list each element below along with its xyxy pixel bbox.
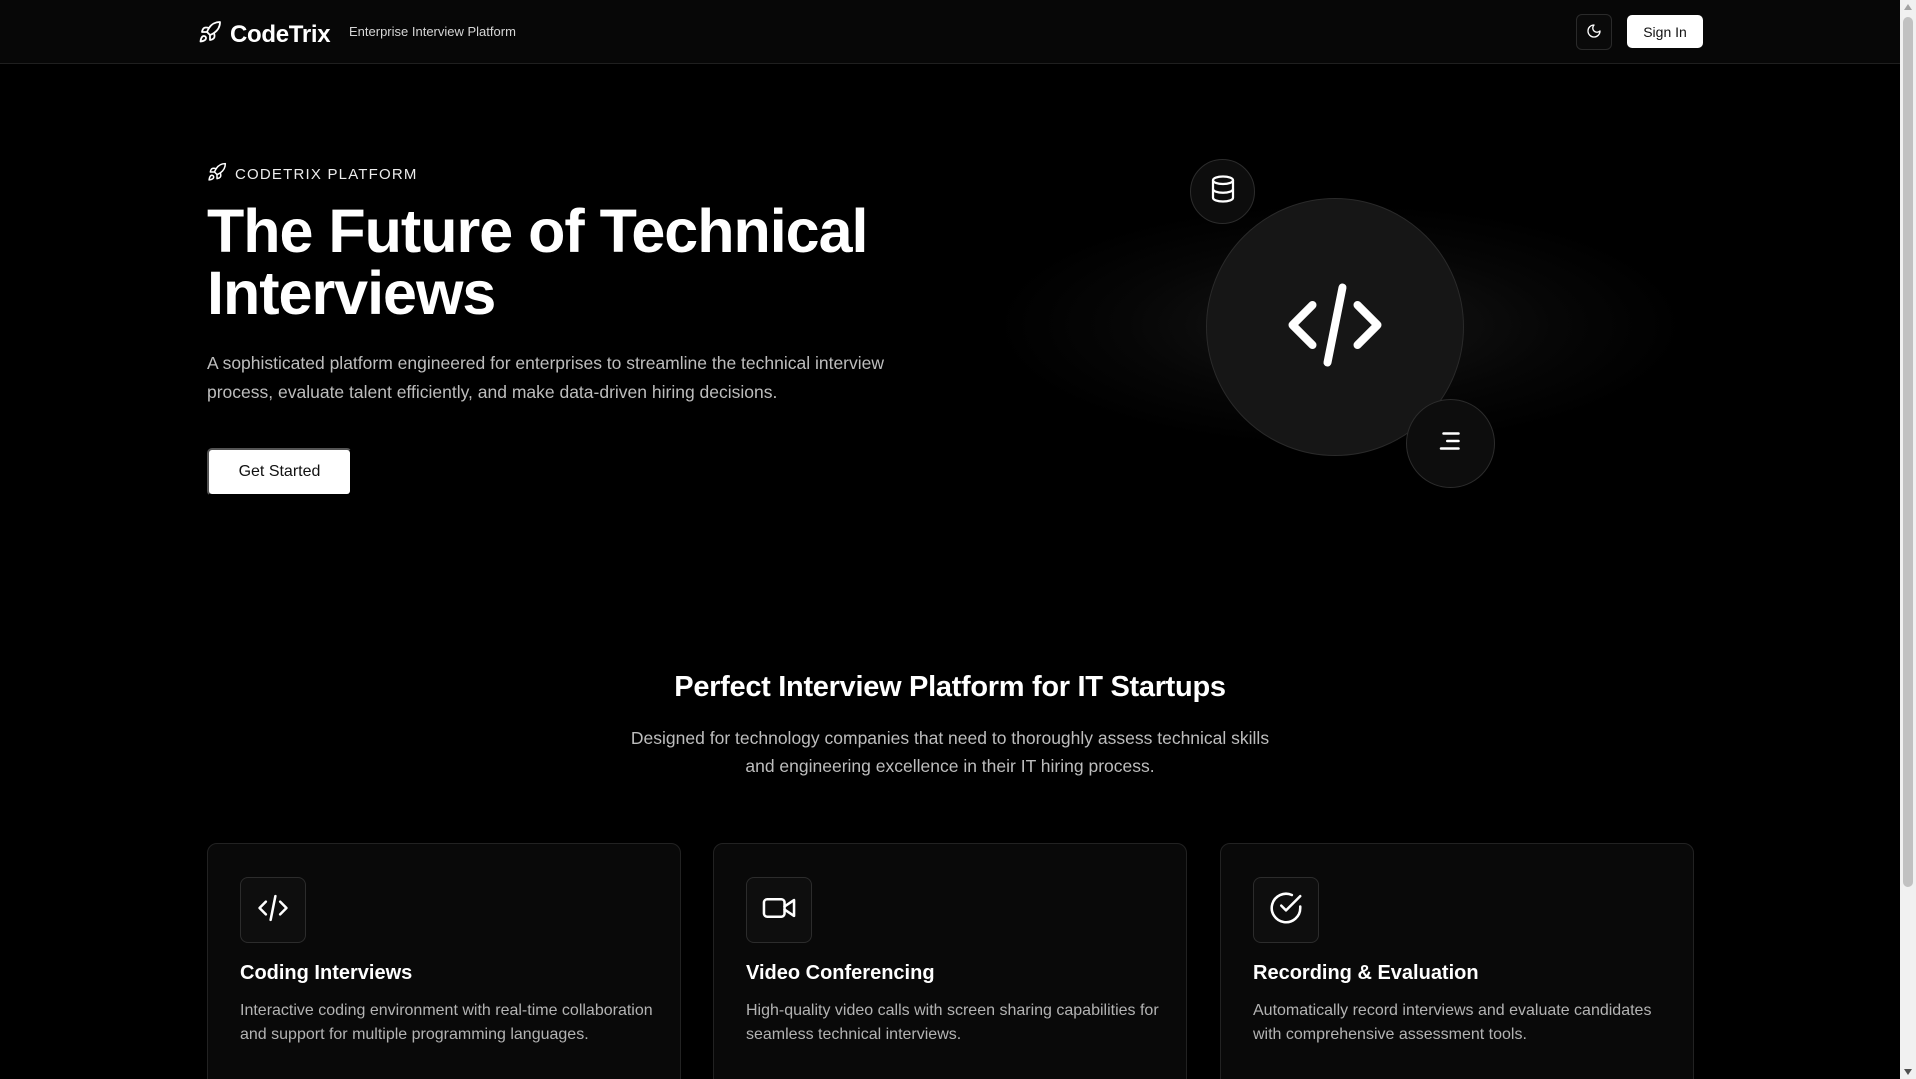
top-navbar: CodeTrix Enterprise Interview Platform S… — [0, 0, 1900, 64]
database-icon — [1208, 174, 1238, 209]
check-circle-icon — [1267, 889, 1305, 932]
brand-logo[interactable]: CodeTrix — [198, 20, 331, 49]
feature-icon-box — [746, 877, 812, 943]
hero-description: A sophisticated platform engineered for … — [207, 349, 927, 407]
feature-description: High-quality video calls with screen sha… — [746, 1002, 1159, 1043]
hero-eyebrow-text: CODETRIX PLATFORM — [235, 166, 418, 183]
feature-icon-box — [1253, 877, 1319, 943]
feature-title: Recording & Evaluation — [1253, 962, 1479, 984]
scrollbar-thumb[interactable] — [1903, 17, 1913, 887]
section-description-line-1: Designed for technology companies that n… — [630, 728, 1270, 748]
hero-eyebrow: CODETRIX PLATFORM — [207, 162, 418, 187]
brand-name: CodeTrix — [230, 20, 331, 48]
page: CodeTrix Enterprise Interview Platform S… — [0, 0, 1916, 1079]
feature-icon-box — [240, 877, 306, 943]
feature-title: Video Conferencing — [746, 962, 935, 984]
feature-title: Coding Interviews — [240, 962, 413, 984]
illustration-database-circle — [1190, 159, 1255, 224]
get-started-button[interactable]: Get Started — [207, 448, 352, 496]
scroll-up-arrow-icon[interactable] — [1904, 4, 1912, 10]
page-scrollbar[interactable] — [1900, 0, 1916, 1079]
section-title: Perfect Interview Platform for IT Startu… — [674, 671, 1226, 703]
scroll-down-arrow-icon[interactable] — [1904, 1069, 1912, 1075]
sign-in-button[interactable]: Sign In — [1627, 15, 1703, 48]
feature-description: Automatically record interviews and eval… — [1253, 1002, 1652, 1043]
rocket-icon — [198, 20, 222, 49]
feature-card-coding-interviews: Coding Interviews Interactive coding env… — [207, 843, 681, 1079]
section-description-line-2: and engineering excellence in their IT h… — [745, 756, 1155, 776]
rocket-icon — [207, 162, 227, 187]
hero-description-line-2: process, evaluate talent efficiently, an… — [207, 382, 778, 402]
feature-card-recording-evaluation: Recording & Evaluation Automatically rec… — [1220, 843, 1694, 1079]
hero-description-line-1: A sophisticated platform engineered for … — [207, 353, 885, 373]
feature-description: Interactive coding environment with real… — [240, 1002, 653, 1043]
section-description: Designed for technology companies that n… — [610, 724, 1290, 780]
hero-title-line-2: Interviews — [207, 259, 496, 327]
illustration-menu-circle — [1406, 399, 1495, 488]
hero-title: The Future of Technical Interviews — [207, 200, 927, 324]
theme-toggle-button[interactable] — [1576, 14, 1612, 50]
menu-icon — [1436, 426, 1466, 461]
video-icon — [760, 889, 798, 932]
moon-icon — [1586, 23, 1602, 42]
code-icon — [254, 889, 292, 932]
feature-card-video-conferencing: Video Conferencing High-quality video ca… — [713, 843, 1187, 1079]
brand-tagline: Enterprise Interview Platform — [349, 24, 516, 39]
code-icon — [1275, 265, 1395, 390]
hero-title-line-1: The Future of Technical — [207, 197, 868, 265]
